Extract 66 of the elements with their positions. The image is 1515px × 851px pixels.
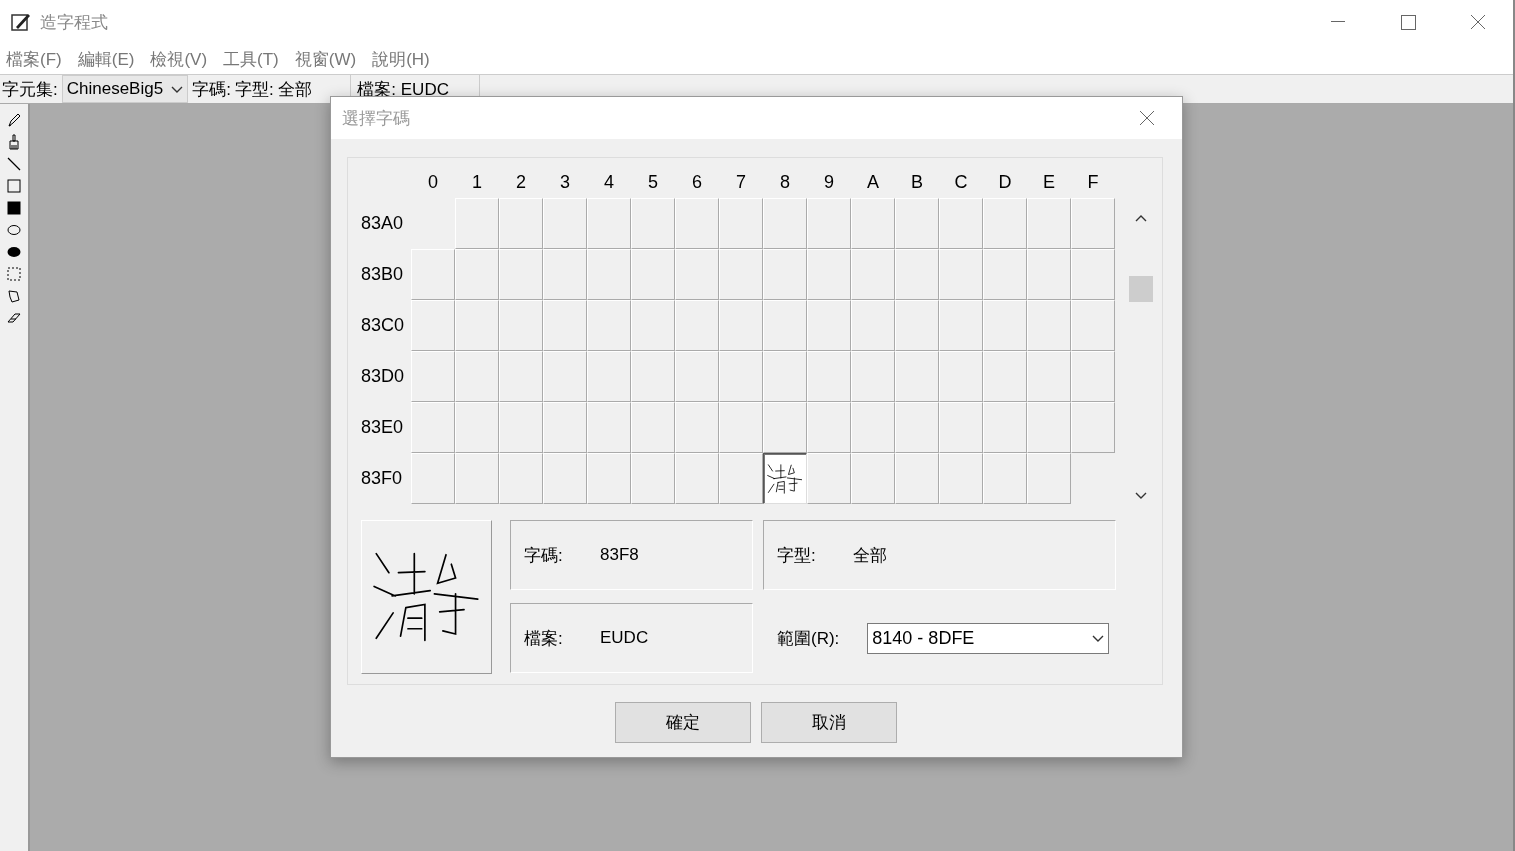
ellipse-icon[interactable] bbox=[6, 222, 22, 238]
rectangle-select-icon[interactable] bbox=[6, 266, 22, 282]
eraser-icon[interactable] bbox=[6, 310, 22, 326]
column-header: 8 bbox=[779, 170, 791, 194]
charset-dropdown[interactable]: ChineseBig5 bbox=[61, 75, 189, 103]
chevron-down-icon bbox=[1135, 491, 1147, 499]
column-header: 5 bbox=[647, 170, 659, 194]
minimize-icon bbox=[1331, 21, 1345, 23]
menu-item[interactable]: 工具(T) bbox=[223, 47, 279, 71]
column-header: D bbox=[997, 170, 1013, 194]
menu-item[interactable]: 檢視(V) bbox=[150, 47, 208, 71]
row-header: 83A0 bbox=[361, 212, 405, 235]
window-title: 造字程式 bbox=[40, 11, 109, 34]
column-header: C bbox=[953, 170, 969, 194]
column-header: 4 bbox=[603, 170, 615, 194]
scroll-thumb[interactable] bbox=[1129, 276, 1153, 302]
app-icon bbox=[10, 11, 32, 33]
filled-rectangle-icon[interactable] bbox=[6, 200, 22, 216]
column-header: 6 bbox=[691, 170, 703, 194]
column-header: 1 bbox=[471, 170, 483, 194]
rectangle-icon[interactable] bbox=[6, 178, 22, 194]
glyph-drawing bbox=[767, 462, 803, 495]
row-header: 83C0 bbox=[361, 314, 406, 337]
menu-item[interactable]: 說明(H) bbox=[372, 47, 430, 71]
charset-label: 字元集: bbox=[1, 78, 59, 101]
file-value: EUDC bbox=[600, 628, 649, 648]
column-header: A bbox=[866, 170, 880, 194]
close-icon bbox=[1470, 14, 1486, 30]
range-label: 範圍(R): bbox=[777, 627, 840, 650]
font-label: 字型: bbox=[777, 544, 817, 567]
column-header: E bbox=[1042, 170, 1056, 194]
column-header: B bbox=[910, 170, 924, 194]
chevron-up-icon bbox=[1135, 214, 1147, 222]
row-header: 83E0 bbox=[361, 416, 405, 439]
dialog-button[interactable]: 取消 bbox=[760, 702, 897, 743]
column-header: 7 bbox=[735, 170, 747, 194]
column-header: 2 bbox=[515, 170, 527, 194]
close-icon bbox=[1139, 110, 1155, 126]
column-header: 0 bbox=[427, 170, 439, 194]
column-header: F bbox=[1086, 170, 1100, 194]
line-icon[interactable] bbox=[6, 156, 22, 172]
column-header: 9 bbox=[823, 170, 835, 194]
chevron-down-icon bbox=[171, 85, 184, 93]
brush-icon[interactable] bbox=[6, 134, 22, 150]
row-header: 83B0 bbox=[361, 263, 405, 286]
column-header: 3 bbox=[559, 170, 571, 194]
font-value: 全部 bbox=[853, 544, 887, 567]
font-label: 字型: 全部 bbox=[233, 78, 314, 101]
freeform-select-icon[interactable] bbox=[6, 288, 22, 304]
menu-item[interactable]: 編輯(E) bbox=[77, 47, 135, 71]
pencil-icon[interactable] bbox=[6, 112, 22, 128]
menu-item[interactable]: 視窗(W) bbox=[294, 47, 357, 71]
maximize-icon bbox=[1400, 14, 1416, 30]
filled-ellipse-icon[interactable] bbox=[6, 244, 22, 260]
range-dropdown[interactable]: 8140 - 8DFE bbox=[867, 622, 1110, 654]
chevron-down-icon bbox=[1092, 634, 1105, 642]
code-cell[interactable] bbox=[763, 453, 807, 504]
code-label: 字碼: bbox=[191, 78, 232, 101]
row-header: 83D0 bbox=[361, 365, 406, 388]
dialog-button[interactable]: 確定 bbox=[614, 702, 751, 743]
code-label: 字碼: bbox=[524, 544, 564, 567]
row-header: 83F0 bbox=[361, 467, 404, 490]
file-label: 檔案: bbox=[524, 627, 564, 650]
code-value: 83F8 bbox=[600, 545, 639, 565]
menu-item[interactable]: 檔案(F) bbox=[6, 47, 62, 71]
dialog-title: 選擇字碼 bbox=[342, 107, 411, 130]
